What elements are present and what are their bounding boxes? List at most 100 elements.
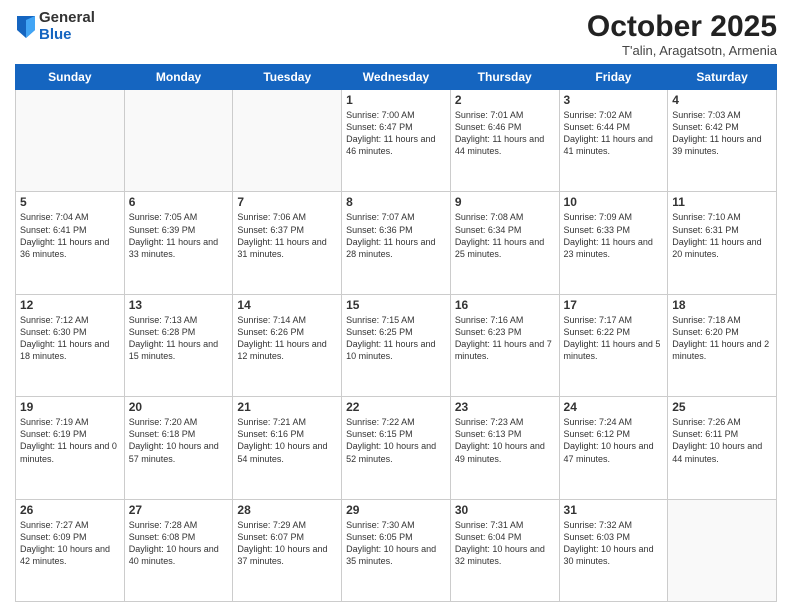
day-number: 25 xyxy=(672,400,772,414)
logo: General Blue xyxy=(15,10,95,43)
day-number: 7 xyxy=(237,195,337,209)
col-monday: Monday xyxy=(124,65,233,90)
day-number: 10 xyxy=(564,195,664,209)
table-row: 1Sunrise: 7:00 AM Sunset: 6:47 PM Daylig… xyxy=(342,90,451,192)
day-number: 30 xyxy=(455,503,555,517)
day-info: Sunrise: 7:23 AM Sunset: 6:13 PM Dayligh… xyxy=(455,416,555,465)
table-row: 16Sunrise: 7:16 AM Sunset: 6:23 PM Dayli… xyxy=(450,294,559,396)
day-info: Sunrise: 7:18 AM Sunset: 6:20 PM Dayligh… xyxy=(672,314,772,363)
day-info: Sunrise: 7:15 AM Sunset: 6:25 PM Dayligh… xyxy=(346,314,446,363)
day-number: 11 xyxy=(672,195,772,209)
table-row: 12 Sunrise: 7:12 AM Sunset: 6:30 PM Dayli… xyxy=(16,294,125,396)
day-info: Sunrise: 7:04 AM Sunset: 6:41 PM Dayligh… xyxy=(20,211,120,260)
day-info: Sunrise: 7:31 AM Sunset: 6:04 PM Dayligh… xyxy=(455,519,555,568)
day-number: 24 xyxy=(564,400,664,414)
day-info: Sunrise: 7:24 AM Sunset: 6:12 PM Dayligh… xyxy=(564,416,664,465)
table-row: 11 Sunrise: 7:10 AM Sunset: 6:31 PM Dayli… xyxy=(668,192,777,294)
table-row: 17 Sunrise: 7:17 AM Sunset: 6:22 PM Dayli… xyxy=(559,294,668,396)
table-row: 30 Sunrise: 7:31 AM Sunset: 6:04 PM Dayli… xyxy=(450,499,559,601)
table-row: 20 Sunrise: 7:20 AM Sunset: 6:18 PM Dayli… xyxy=(124,397,233,499)
day-number: 2 xyxy=(455,93,555,107)
table-row: 13 Sunrise: 7:13 AM Sunset: 6:28 PM Dayli… xyxy=(124,294,233,396)
col-tuesday: Tuesday xyxy=(233,65,342,90)
table-row xyxy=(124,90,233,192)
calendar-table: Sunday Monday Tuesday Wednesday Thursday… xyxy=(15,64,777,602)
table-row: 26 Sunrise: 7:27 AM Sunset: 6:09 PM Dayli… xyxy=(16,499,125,601)
calendar-header-row: Sunday Monday Tuesday Wednesday Thursday… xyxy=(16,65,777,90)
table-row: 10 Sunrise: 7:09 AM Sunset: 6:33 PM Dayli… xyxy=(559,192,668,294)
day-number: 21 xyxy=(237,400,337,414)
day-info: Sunrise: 7:10 AM Sunset: 6:31 PM Dayligh… xyxy=(672,211,772,260)
table-row: 14Sunrise: 7:14 AM Sunset: 6:26 PM Dayli… xyxy=(233,294,342,396)
location-subtitle: T'alin, Aragatsotn, Armenia xyxy=(587,43,777,58)
day-info: Sunrise: 7:20 AM Sunset: 6:18 PM Dayligh… xyxy=(129,416,229,465)
table-row: 4Sunrise: 7:03 AM Sunset: 6:42 PM Daylig… xyxy=(668,90,777,192)
day-info: Sunrise: 7:12 AM Sunset: 6:30 PM Dayligh… xyxy=(20,314,120,363)
table-row: 7 Sunrise: 7:06 AM Sunset: 6:37 PM Daylig… xyxy=(233,192,342,294)
day-info: Sunrise: 7:17 AM Sunset: 6:22 PM Dayligh… xyxy=(564,314,664,363)
col-sunday: Sunday xyxy=(16,65,125,90)
logo-text: General Blue xyxy=(39,10,95,43)
day-info: Sunrise: 7:01 AM Sunset: 6:46 PM Dayligh… xyxy=(455,109,555,158)
table-row: 22 Sunrise: 7:22 AM Sunset: 6:15 PM Dayli… xyxy=(342,397,451,499)
day-info: Sunrise: 7:32 AM Sunset: 6:03 PM Dayligh… xyxy=(564,519,664,568)
month-title: October 2025 xyxy=(587,10,777,43)
table-row: 31Sunrise: 7:32 AM Sunset: 6:03 PM Dayli… xyxy=(559,499,668,601)
day-info: Sunrise: 7:02 AM Sunset: 6:44 PM Dayligh… xyxy=(564,109,664,158)
header: General Blue October 2025 T'alin, Aragat… xyxy=(15,10,777,58)
day-number: 18 xyxy=(672,298,772,312)
day-number: 19 xyxy=(20,400,120,414)
day-number: 26 xyxy=(20,503,120,517)
table-row: 2 Sunrise: 7:01 AM Sunset: 6:46 PM Daylig… xyxy=(450,90,559,192)
table-row xyxy=(233,90,342,192)
col-friday: Friday xyxy=(559,65,668,90)
day-number: 8 xyxy=(346,195,446,209)
day-number: 13 xyxy=(129,298,229,312)
day-info: Sunrise: 7:14 AM Sunset: 6:26 PM Dayligh… xyxy=(237,314,337,363)
table-row: 29 Sunrise: 7:30 AM Sunset: 6:05 PM Dayli… xyxy=(342,499,451,601)
day-number: 27 xyxy=(129,503,229,517)
day-info: Sunrise: 7:22 AM Sunset: 6:15 PM Dayligh… xyxy=(346,416,446,465)
day-info: Sunrise: 7:05 AM Sunset: 6:39 PM Dayligh… xyxy=(129,211,229,260)
table-row: 21 Sunrise: 7:21 AM Sunset: 6:16 PM Dayli… xyxy=(233,397,342,499)
day-number: 22 xyxy=(346,400,446,414)
col-wednesday: Wednesday xyxy=(342,65,451,90)
day-info: Sunrise: 7:27 AM Sunset: 6:09 PM Dayligh… xyxy=(20,519,120,568)
day-info: Sunrise: 7:06 AM Sunset: 6:37 PM Dayligh… xyxy=(237,211,337,260)
day-number: 20 xyxy=(129,400,229,414)
table-row: 5Sunrise: 7:04 AM Sunset: 6:41 PM Daylig… xyxy=(16,192,125,294)
col-saturday: Saturday xyxy=(668,65,777,90)
day-info: Sunrise: 7:30 AM Sunset: 6:05 PM Dayligh… xyxy=(346,519,446,568)
calendar-week-row: 26 Sunrise: 7:27 AM Sunset: 6:09 PM Dayli… xyxy=(16,499,777,601)
table-row: 23Sunrise: 7:23 AM Sunset: 6:13 PM Dayli… xyxy=(450,397,559,499)
calendar-week-row: 1Sunrise: 7:00 AM Sunset: 6:47 PM Daylig… xyxy=(16,90,777,192)
day-number: 12 xyxy=(20,298,120,312)
page: General Blue October 2025 T'alin, Aragat… xyxy=(0,0,792,612)
logo-icon xyxy=(17,16,35,38)
table-row: 25Sunrise: 7:26 AM Sunset: 6:11 PM Dayli… xyxy=(668,397,777,499)
table-row: 9Sunrise: 7:08 AM Sunset: 6:34 PM Daylig… xyxy=(450,192,559,294)
table-row xyxy=(668,499,777,601)
table-row: 8Sunrise: 7:07 AM Sunset: 6:36 PM Daylig… xyxy=(342,192,451,294)
table-row: 24 Sunrise: 7:24 AM Sunset: 6:12 PM Dayli… xyxy=(559,397,668,499)
day-info: Sunrise: 7:28 AM Sunset: 6:08 PM Dayligh… xyxy=(129,519,229,568)
table-row: 18 Sunrise: 7:18 AM Sunset: 6:20 PM Dayli… xyxy=(668,294,777,396)
day-number: 3 xyxy=(564,93,664,107)
day-number: 1 xyxy=(346,93,446,107)
day-info: Sunrise: 7:21 AM Sunset: 6:16 PM Dayligh… xyxy=(237,416,337,465)
title-block: October 2025 T'alin, Aragatsotn, Armenia xyxy=(587,10,777,58)
day-number: 9 xyxy=(455,195,555,209)
day-number: 16 xyxy=(455,298,555,312)
day-info: Sunrise: 7:09 AM Sunset: 6:33 PM Dayligh… xyxy=(564,211,664,260)
table-row: 15 Sunrise: 7:15 AM Sunset: 6:25 PM Dayli… xyxy=(342,294,451,396)
day-number: 15 xyxy=(346,298,446,312)
table-row: 28Sunrise: 7:29 AM Sunset: 6:07 PM Dayli… xyxy=(233,499,342,601)
day-number: 17 xyxy=(564,298,664,312)
col-thursday: Thursday xyxy=(450,65,559,90)
table-row: 27 Sunrise: 7:28 AM Sunset: 6:08 PM Dayli… xyxy=(124,499,233,601)
day-info: Sunrise: 7:13 AM Sunset: 6:28 PM Dayligh… xyxy=(129,314,229,363)
table-row: 6 Sunrise: 7:05 AM Sunset: 6:39 PM Daylig… xyxy=(124,192,233,294)
day-number: 29 xyxy=(346,503,446,517)
day-number: 4 xyxy=(672,93,772,107)
day-number: 6 xyxy=(129,195,229,209)
